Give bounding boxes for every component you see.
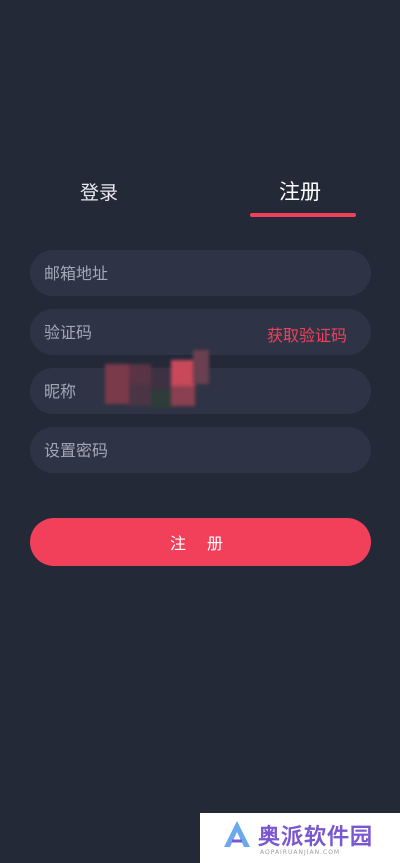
- active-tab-indicator: [250, 213, 356, 217]
- tab-login[interactable]: 登录: [80, 178, 118, 205]
- email-field: [30, 250, 371, 296]
- verification-code-field: 获取验证码: [30, 309, 371, 355]
- watermark: 奥派软件园 AOPAIRUANJIAN.COM: [200, 813, 400, 863]
- auth-tabs: 登录 注册: [0, 160, 400, 230]
- watermark-subtext: AOPAIRUANJIAN.COM: [260, 849, 341, 856]
- password-field: [30, 427, 371, 473]
- password-input[interactable]: [30, 427, 371, 473]
- watermark-text: 奥派软件园: [258, 825, 374, 850]
- tab-register[interactable]: 注册: [279, 176, 321, 206]
- watermark-logo-icon: [224, 821, 250, 847]
- email-input[interactable]: [30, 250, 371, 296]
- nickname-field: [30, 368, 371, 414]
- get-code-button[interactable]: 获取验证码: [267, 322, 347, 346]
- register-button[interactable]: 注 册: [30, 518, 371, 566]
- nickname-input[interactable]: [30, 368, 371, 414]
